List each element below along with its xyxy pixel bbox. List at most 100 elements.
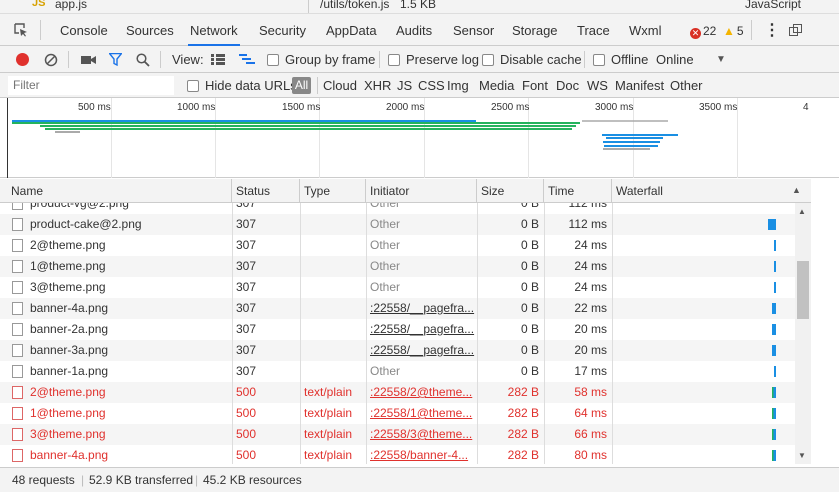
filter-type-xhr[interactable]: XHR — [364, 73, 391, 98]
filter-type-media[interactable]: Media — [479, 73, 514, 98]
filter-type-doc[interactable]: Doc — [556, 73, 579, 98]
column-type[interactable]: Type — [300, 179, 366, 203]
chevron-down-icon[interactable]: ▼ — [716, 46, 726, 73]
group-by-frame-checkbox[interactable]: Group by frame — [267, 46, 375, 73]
filter-type-img[interactable]: Img — [447, 73, 469, 98]
filter-icon[interactable] — [109, 53, 122, 66]
preserve-log-checkbox[interactable]: Preserve log — [388, 46, 479, 73]
filter-type-cloud[interactable]: Cloud — [323, 73, 357, 98]
filter-type-all[interactable]: All — [292, 77, 311, 94]
hide-data-urls-checkbox[interactable]: Hide data URLs — [187, 73, 297, 98]
table-row[interactable]: banner-4a.png 307:22558/__pagefra... 0 B 22… — [0, 298, 795, 319]
request-name: banner-2a.png — [30, 322, 109, 336]
filter-type-ws[interactable]: WS — [587, 73, 608, 98]
warning-count-badge[interactable]: ▲ 5 — [723, 14, 744, 46]
filter-type-css[interactable]: CSS — [418, 73, 445, 98]
table-row[interactable]: 2@theme.png 500 text/plain:22558/2@theme..… — [0, 382, 795, 403]
divider — [68, 51, 69, 68]
record-icon[interactable] — [16, 53, 29, 66]
table-row[interactable]: banner-4a.png 500 text/plain:22558/banner-… — [0, 445, 795, 464]
divider — [584, 51, 585, 68]
throttling-select[interactable]: Online — [656, 46, 694, 73]
request-type: text/plain — [304, 406, 353, 420]
checkbox[interactable] — [267, 54, 279, 66]
open-file-name[interactable]: app.js — [55, 0, 87, 11]
request-name: banner-3a.png — [30, 343, 109, 357]
tab-appdata[interactable]: AppData — [324, 14, 379, 46]
offline-checkbox[interactable]: Offline — [593, 46, 648, 73]
sort-ascending-icon[interactable]: ▲ — [792, 185, 801, 195]
filter-type-font[interactable]: Font — [522, 73, 548, 98]
tab-wxml[interactable]: Wxml — [627, 14, 664, 46]
scrollbar-thumb[interactable] — [797, 261, 809, 319]
table-row[interactable]: product-vg@2.png 307 Other 0 B 112 ms — [0, 203, 795, 214]
waterfall-overview-icon[interactable] — [239, 54, 255, 65]
tab-storage[interactable]: Storage — [510, 14, 560, 46]
disable-cache-checkbox[interactable]: Disable cache — [482, 46, 582, 73]
filter-type-js[interactable]: JS — [397, 73, 412, 98]
table-row[interactable]: 2@theme.png 307 Other 0 B 24 ms — [0, 235, 795, 256]
error-count-badge[interactable]: ✕ 22 — [690, 14, 716, 46]
request-initiator[interactable]: :22558/1@theme... — [366, 403, 477, 424]
waterfall-bar — [774, 282, 776, 293]
column-name[interactable]: Name — [7, 179, 232, 203]
scroll-up-icon[interactable]: ▲ — [798, 207, 806, 216]
request-size: 282 B — [507, 448, 539, 462]
checkbox[interactable] — [187, 80, 199, 92]
camera-icon[interactable] — [81, 55, 96, 65]
tab-sources[interactable]: Sources — [124, 14, 176, 46]
column-status[interactable]: Status — [232, 179, 300, 203]
request-initiator: Other — [370, 238, 401, 252]
table-row[interactable]: banner-2a.png 307:22558/__pagefra... 0 B 20… — [0, 319, 795, 340]
filter-type-manifest[interactable]: Manifest — [615, 73, 664, 98]
table-row[interactable]: 3@theme.png 307 Other 0 B 24 ms — [0, 277, 795, 298]
large-rows-icon[interactable] — [211, 54, 225, 65]
column-size[interactable]: Size — [477, 179, 544, 203]
tab-network[interactable]: Network — [188, 14, 240, 46]
request-type — [300, 298, 366, 319]
request-initiator[interactable]: :22558/__pagefra... — [366, 340, 477, 361]
table-row[interactable]: 1@theme.png 500 text/plain:22558/1@theme..… — [0, 403, 795, 424]
editor-file-bar: JS app.js /utils/token.js 1.5 KB JavaScr… — [0, 0, 839, 14]
table-row[interactable]: 1@theme.png 307 Other 0 B 24 ms — [0, 256, 795, 277]
tab-sensor[interactable]: Sensor — [451, 14, 496, 46]
request-initiator[interactable]: :22558/__pagefra... — [366, 319, 477, 340]
more-options-icon[interactable]: ⋮ — [764, 14, 780, 46]
divider — [751, 20, 752, 40]
request-size: 0 B — [520, 259, 539, 273]
undock-icon[interactable] — [789, 24, 802, 36]
requests-table-header: Name Status Type Initiator Size Time Wat… — [0, 179, 811, 203]
checkbox[interactable] — [482, 54, 494, 66]
checkbox[interactable] — [388, 54, 400, 66]
clear-icon[interactable] — [44, 53, 58, 67]
request-initiator[interactable]: :22558/3@theme... — [366, 424, 477, 445]
table-row[interactable]: product-cake@2.png 307 Other 0 B 112 ms — [0, 214, 795, 235]
table-row[interactable]: banner-1a.png 307 Other 0 B 17 ms — [0, 361, 795, 382]
search-icon[interactable] — [136, 53, 150, 67]
tab-trace[interactable]: Trace — [575, 14, 612, 46]
request-initiator[interactable]: :22558/2@theme... — [366, 382, 477, 403]
divider — [317, 77, 318, 94]
column-waterfall[interactable]: Waterfall — [612, 179, 811, 203]
checkbox[interactable] — [593, 54, 605, 66]
scroll-down-icon[interactable]: ▼ — [798, 451, 806, 460]
table-row[interactable]: banner-3a.png 307:22558/__pagefra... 0 B 20… — [0, 340, 795, 361]
network-overview-timeline[interactable]: 500 ms 1000 ms 1500 ms 2000 ms 2500 ms 3… — [0, 98, 839, 178]
table-row[interactable]: 3@theme.png 500 text/plain:22558/3@theme..… — [0, 424, 795, 445]
waterfall-bar — [772, 345, 776, 356]
inspect-element-icon[interactable] — [14, 23, 28, 37]
file-icon — [12, 344, 23, 357]
filter-type-other[interactable]: Other — [670, 73, 703, 98]
table-scrollbar[interactable]: ▲ ▼ — [795, 203, 811, 464]
request-size: 282 B — [507, 385, 539, 399]
tab-audits[interactable]: Audits — [394, 14, 434, 46]
divider: | — [195, 473, 199, 487]
request-time: 20 ms — [574, 343, 607, 357]
request-initiator[interactable]: :22558/banner-4... — [366, 445, 477, 464]
column-initiator[interactable]: Initiator — [366, 179, 477, 203]
tab-console[interactable]: Console — [58, 14, 110, 46]
request-initiator[interactable]: :22558/__pagefra... — [366, 298, 477, 319]
column-time[interactable]: Time — [544, 179, 612, 203]
tab-security[interactable]: Security — [257, 14, 308, 46]
filter-input[interactable] — [8, 76, 174, 95]
